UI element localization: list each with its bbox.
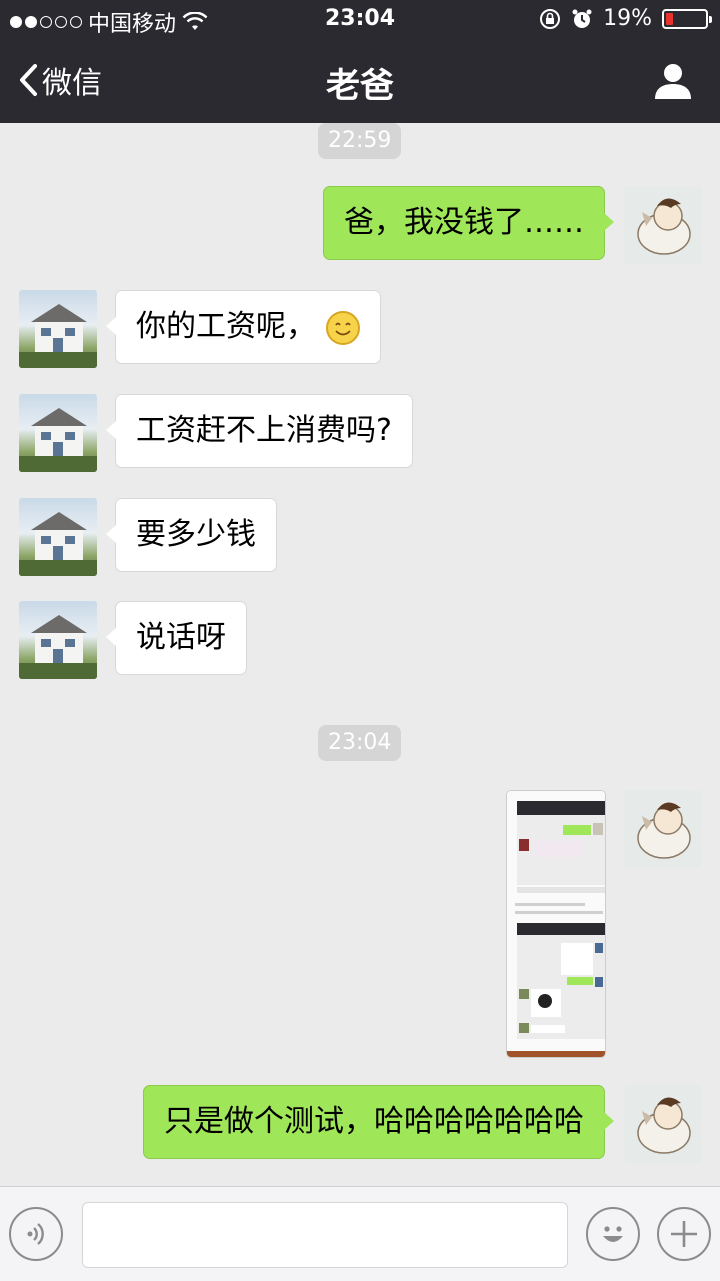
alarm-icon	[572, 9, 592, 28]
timestamp: 23:04	[318, 725, 402, 761]
my-avatar[interactable]	[624, 186, 702, 264]
smiley-icon	[603, 1226, 623, 1242]
outgoing-message[interactable]: 只是做个测试，哈哈哈哈哈哈哈	[143, 1085, 614, 1159]
more-actions-button[interactable]	[657, 1207, 711, 1261]
battery-percent: 19%	[603, 6, 652, 31]
incoming-message[interactable]: 要多少钱	[106, 498, 277, 572]
nav-bar: 微信 老爸	[0, 40, 720, 123]
contact-profile-icon[interactable]	[654, 62, 692, 100]
message-text: 只是做个测试，哈哈哈哈哈哈哈	[164, 1104, 584, 1139]
timestamp: 22:59	[318, 123, 402, 159]
voice-icon	[27, 1223, 44, 1245]
rotation-lock-icon	[540, 8, 561, 29]
image-message[interactable]	[506, 790, 606, 1058]
incoming-message[interactable]: 说话呀	[106, 601, 247, 675]
dad-avatar[interactable]	[19, 498, 97, 576]
my-avatar[interactable]	[624, 1085, 702, 1163]
house-avatar-icon	[19, 304, 97, 368]
status-bar: 中国移动 23:04 19%	[0, 0, 720, 40]
cartoon-avatar-icon	[637, 802, 691, 859]
battery-icon	[662, 8, 712, 29]
house-avatar-icon	[19, 512, 97, 576]
chat-title: 老爸	[326, 66, 394, 106]
outgoing-message[interactable]: 爸，我没钱了……	[323, 186, 614, 260]
emoji-button[interactable]	[586, 1207, 640, 1261]
screenshot-thumbnail	[507, 791, 605, 1057]
message-text: 爸，我没钱了……	[344, 205, 584, 240]
message-text: 说话呀	[136, 620, 226, 655]
plus-icon	[671, 1221, 697, 1247]
input-bar	[0, 1186, 720, 1281]
message-text: 你的工资呢，	[136, 309, 316, 344]
message-input[interactable]	[82, 1202, 568, 1268]
dad-avatar[interactable]	[19, 394, 97, 472]
incoming-message[interactable]: 工资赶不上消费吗?	[106, 394, 413, 468]
top-bar: 中国移动 23:04 19% 微信 老爸	[0, 0, 720, 123]
voice-toggle-button[interactable]	[9, 1207, 63, 1261]
dad-avatar[interactable]	[19, 601, 97, 679]
message-text: 要多少钱	[136, 517, 256, 552]
message-text: 工资赶不上消费吗?	[136, 413, 392, 448]
smile-emoji-icon	[326, 310, 360, 345]
house-avatar-icon	[19, 615, 97, 679]
dad-avatar[interactable]	[19, 290, 97, 368]
battery-fill	[666, 12, 673, 25]
cartoon-avatar-icon	[637, 198, 691, 255]
incoming-message[interactable]: 你的工资呢，	[106, 290, 381, 364]
status-right-group: 19%	[539, 6, 712, 31]
chat-history[interactable]: 22:59 爸，我没钱了…… 你的工资呢， 工资赶不上消费吗? 要多少钱 说话呀…	[0, 123, 720, 1186]
cartoon-avatar-icon	[637, 1097, 691, 1154]
my-avatar[interactable]	[624, 790, 702, 868]
house-avatar-icon	[19, 408, 97, 472]
